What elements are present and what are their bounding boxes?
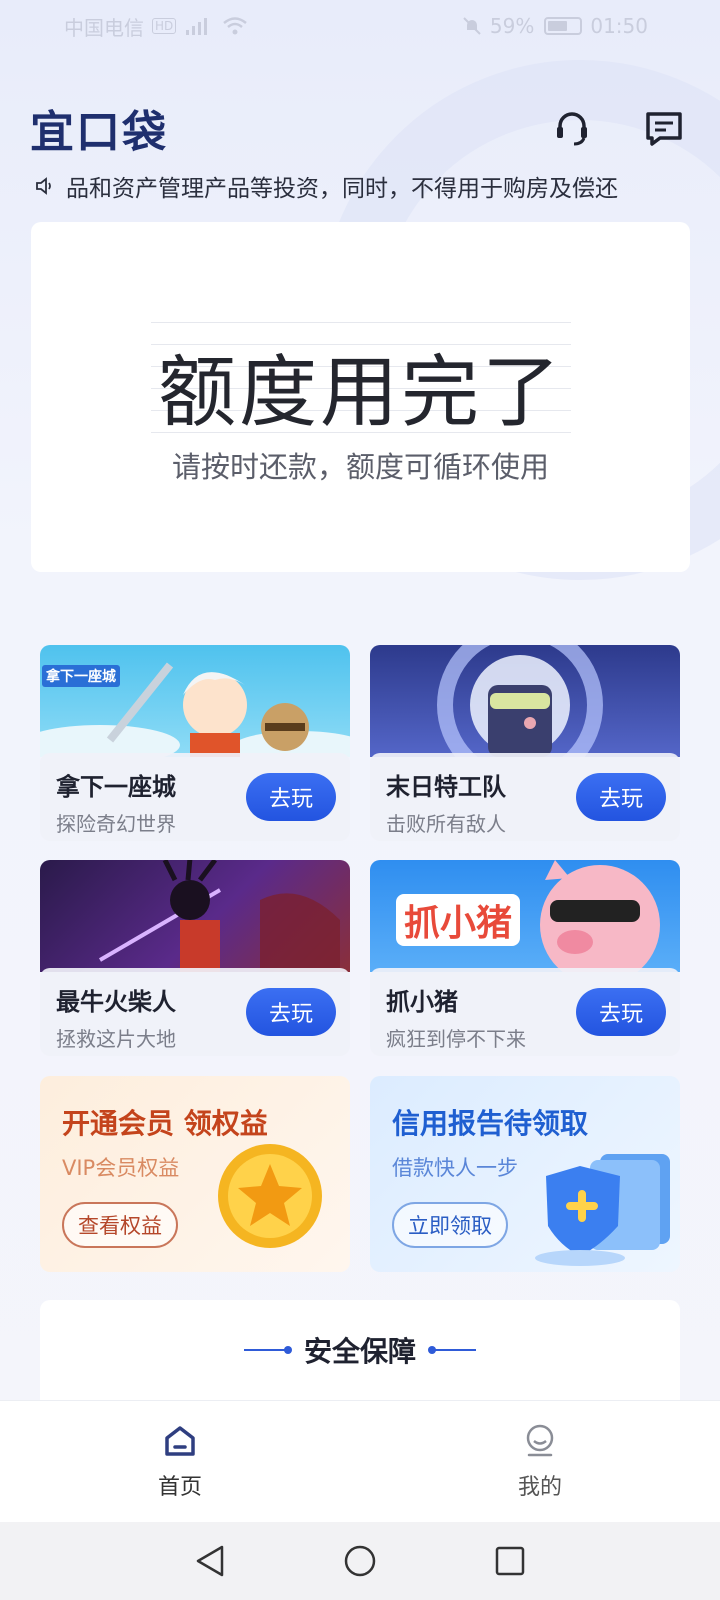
profile-icon [526, 1424, 554, 1457]
game-artwork: 拿下一座城 [40, 645, 350, 767]
tab-label: 首页 [157, 1475, 202, 1500]
messages-button[interactable] [642, 106, 686, 150]
shield-icon [535, 1154, 670, 1266]
vip-promo-card[interactable]: 开通会员 领权益 VIP会员权益 查看权益 [40, 1076, 350, 1272]
game-artwork [40, 860, 350, 972]
hd-icon: HD [152, 18, 177, 34]
game-card[interactable]: 末日特工队 击败所有敌人 去玩 [370, 645, 680, 841]
home-button[interactable] [340, 1541, 380, 1581]
carrier-label: 中国电信 [64, 15, 144, 40]
back-triangle-icon [196, 1545, 224, 1577]
quota-status-title: 额度用完了 [157, 348, 563, 438]
mute-bell-icon [463, 17, 481, 35]
bottom-nav: 首页 我的 [0, 1400, 720, 1522]
signal-icon [186, 18, 208, 35]
headset-icon [557, 112, 587, 146]
quota-card: 额度用完了 请按时还款，额度可循环使用 [31, 222, 690, 572]
game-art-label: 拿下一座城 [42, 665, 120, 687]
message-icon [646, 112, 682, 146]
game-card[interactable]: 抓小猪 抓小猪 疯狂到停不下来 去玩 [370, 860, 680, 1056]
play-button[interactable]: 去玩 [576, 773, 666, 821]
recents-button[interactable] [490, 1541, 530, 1581]
claim-report-button[interactable]: 立即领取 [392, 1202, 508, 1248]
play-button[interactable]: 去玩 [246, 988, 336, 1036]
game-info: 最牛火柴人 拯救这片大地 去玩 [40, 968, 350, 1056]
notice-text: 品和资产管理产品等投资，同时，不得用于购房及偿还 [66, 176, 618, 202]
promo-title: 信用报告待领取 [392, 1107, 589, 1140]
tab-home[interactable]: 首页 [0, 1401, 360, 1522]
view-benefits-button[interactable]: 查看权益 [62, 1202, 178, 1248]
home-circle-icon [344, 1545, 376, 1577]
wifi-icon [223, 17, 248, 35]
recents-square-icon [495, 1546, 525, 1576]
quota-status-subtitle: 请按时还款，额度可循环使用 [171, 450, 549, 484]
tab-profile[interactable]: 我的 [360, 1401, 720, 1522]
speaker-icon [36, 177, 51, 195]
game-card[interactable]: 最牛火柴人 拯救这片大地 去玩 [40, 860, 350, 1056]
game-info: 末日特工队 击败所有敌人 去玩 [370, 753, 680, 841]
play-button[interactable]: 去玩 [576, 988, 666, 1036]
customer-service-button[interactable] [550, 106, 594, 150]
title-decoration [428, 1346, 476, 1354]
play-button[interactable]: 去玩 [246, 773, 336, 821]
title-decoration [243, 1346, 292, 1354]
star-coin-icon [218, 1144, 322, 1248]
game-artwork [370, 645, 680, 788]
status-bar: 中国电信 HD 59% 01:50 [0, 0, 720, 52]
tab-label: 我的 [517, 1475, 562, 1500]
notice-marquee[interactable]: 品和资产管理产品等投资，同时，不得用于购房及偿还 [34, 166, 690, 206]
app-logo: 宜口袋 [30, 107, 168, 158]
game-card[interactable]: 拿下一座城 拿下一座城 探险奇幻世界 去玩 [40, 645, 350, 841]
game-info: 拿下一座城 探险奇幻世界 去玩 [40, 753, 350, 841]
clock: 01:50 [590, 14, 648, 38]
game-art-label: 抓小猪 [396, 894, 521, 946]
game-artwork: 抓小猪 [370, 860, 680, 985]
system-navigation-bar [0, 1522, 720, 1600]
app-screen: 中国电信 HD 59% 01:50 宜口袋 品和资产管理产品等投资，同时，不得用… [0, 0, 720, 1600]
back-button[interactable] [190, 1541, 230, 1581]
game-info: 抓小猪 疯狂到停不下来 去玩 [370, 968, 680, 1056]
header: 宜口袋 [30, 98, 690, 158]
battery-percent: 59% [489, 14, 535, 38]
battery-icon [544, 17, 583, 35]
security-section: 安全保障 [40, 1300, 680, 1410]
security-title: 安全保障 [303, 1335, 416, 1368]
credit-report-card[interactable]: 信用报告待领取 借款快人一步 立即领取 [370, 1076, 680, 1272]
home-icon [165, 1426, 195, 1456]
